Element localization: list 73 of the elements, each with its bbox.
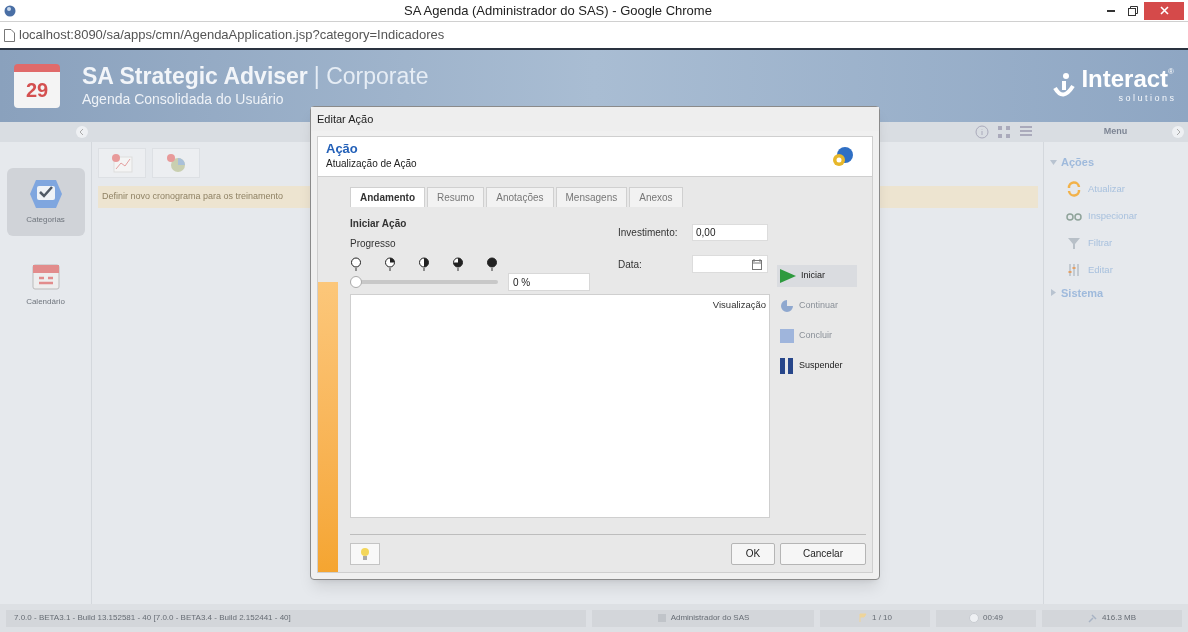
progress-step-icon <box>384 257 396 271</box>
globe-icon <box>4 4 16 17</box>
close-icon <box>1159 6 1169 15</box>
tab[interactable]: Mensagens <box>555 187 628 207</box>
minimize-icon <box>1107 9 1115 12</box>
close-button[interactable] <box>1144 1 1184 20</box>
calendar-logo: 29 <box>14 64 60 108</box>
progress-field[interactable]: 0 % <box>508 273 590 291</box>
dialog-heading: Ação <box>326 142 359 156</box>
memory-cell: 416.3 MB <box>1042 609 1182 627</box>
progress-step-icon <box>418 257 430 271</box>
page-icon <box>4 28 15 42</box>
tab[interactable]: Resumo <box>427 187 485 207</box>
expand-icon[interactable] <box>1172 126 1184 138</box>
dialog-title: Editar Ação <box>317 111 374 127</box>
action-button[interactable]: Iniciar <box>777 265 857 287</box>
time-cell: 00:49 <box>936 609 1036 627</box>
preview-panel: Visualização <box>350 294 770 518</box>
sliders-icon <box>1066 262 1082 278</box>
app-subtitle: Agenda Consolidada do Usuário <box>82 89 285 109</box>
line-chart-icon <box>111 153 133 173</box>
glasses-icon <box>1066 210 1082 222</box>
logo-text: Interact <box>1081 66 1169 93</box>
section-title: Iniciar Ação <box>350 217 408 231</box>
tip-button[interactable] <box>350 542 380 565</box>
progress-step-icon <box>350 257 362 271</box>
address-bar[interactable]: localhost:8090/sa/apps/cmn/AgendaApplication.jsp?category=Indicadores <box>19 25 445 45</box>
slider-thumb[interactable] <box>350 276 362 288</box>
info-icon[interactable] <box>975 125 989 139</box>
collapse-icon[interactable] <box>76 126 88 138</box>
chart-tool-button[interactable] <box>98 148 146 178</box>
registered-mark: ® <box>1168 66 1174 77</box>
filter-icon <box>1066 235 1082 251</box>
count-cell: 1 / 10 <box>820 609 930 627</box>
progress-step-icon <box>452 257 464 271</box>
tab[interactable]: Andamento <box>350 187 425 207</box>
tab[interactable]: Anexos <box>629 187 683 207</box>
app-edition: | Corporate <box>313 62 429 89</box>
tab[interactable]: Anotações <box>486 187 554 207</box>
action-button[interactable]: Suspender <box>777 355 857 377</box>
restore-icon <box>1128 5 1138 16</box>
date-field[interactable] <box>692 255 768 273</box>
caret-icon <box>1050 289 1057 297</box>
refresh-icon <box>1066 181 1082 197</box>
version-text: 7.0.0 - BETA3.1 - Build 13.152581 - 40 [7.0.0 - BETA3.4 - Build 2.152441 - 40] <box>6 609 586 627</box>
square-icon <box>779 328 795 344</box>
date-label: Data: <box>618 257 643 272</box>
pause-icon <box>779 357 795 375</box>
investment-label: Investimento: <box>618 226 679 240</box>
checkbox-box-icon <box>27 178 64 210</box>
calendar-icon <box>752 258 762 270</box>
play-icon <box>779 268 797 284</box>
dialog-button[interactable]: OK <box>731 542 775 565</box>
progress-step-icon <box>486 257 498 271</box>
progress-slider[interactable] <box>350 276 498 288</box>
pie-icon <box>779 298 795 314</box>
user-cell: Administrador do SAS <box>592 609 814 627</box>
progress-label: Progresso <box>350 237 397 251</box>
investment-field[interactable]: 0,00 <box>692 224 768 241</box>
window-title: SA Agenda (Administrador do SAS) - Google Chrome <box>403 1 713 20</box>
menu-label: Menu <box>1103 125 1128 139</box>
chart-tool-button[interactable] <box>152 148 200 178</box>
grid-icon[interactable] <box>997 125 1011 139</box>
sidebar-item[interactable]: Categorias <box>6 168 85 236</box>
caret-icon <box>1050 158 1057 166</box>
pie-chart-icon <box>165 153 187 173</box>
sidebar-item[interactable]: Calendário <box>6 250 85 318</box>
dialog-subheading: Atualização de Ação <box>326 157 417 171</box>
dialog-button[interactable]: Cancelar <box>780 542 866 565</box>
app-title: SA Strategic Adviser <box>82 62 308 89</box>
flag-icon <box>858 613 868 623</box>
list-icon[interactable] <box>1019 125 1033 139</box>
lightbulb-icon <box>359 546 371 561</box>
